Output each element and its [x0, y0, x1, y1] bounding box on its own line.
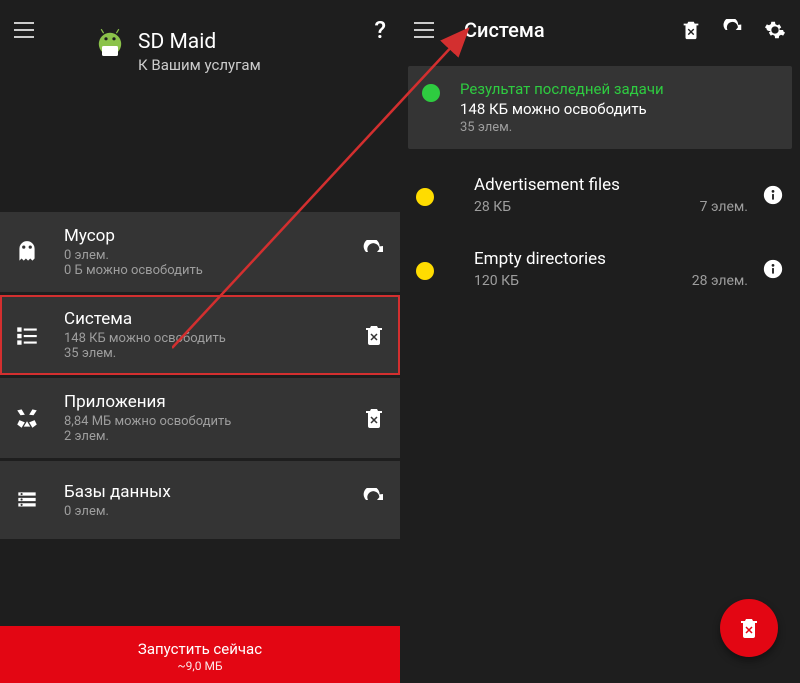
database-icon [14, 487, 40, 513]
item-title: Система [64, 309, 352, 329]
hamburger-icon[interactable] [14, 19, 36, 41]
list-icon [14, 322, 40, 348]
row-size: 28 КБ [474, 199, 511, 215]
item-sub2: 2 элем. [64, 429, 352, 444]
app-logo [90, 26, 130, 66]
row-size: 120 КБ [474, 273, 519, 289]
row-count: 28 элем. [692, 273, 748, 289]
item-sub2: 0 Б можно освободить [64, 263, 352, 278]
item-sub: 148 КБ можно освободить [64, 331, 352, 346]
info-icon[interactable] [762, 258, 784, 280]
result-row[interactable]: Empty directories 120 КБ 28 элем. [400, 233, 800, 305]
refresh-icon[interactable] [362, 240, 386, 264]
status-dot-green [422, 84, 440, 102]
row-count: 7 элем. [700, 199, 748, 215]
category-system[interactable]: Система 148 КБ можно освободить 35 элем. [0, 295, 400, 375]
status-dot-yellow [416, 188, 434, 206]
run-title: Запустить сейчас [0, 640, 400, 658]
result-row[interactable]: Advertisement files 28 КБ 7 элем. [400, 159, 800, 231]
help-icon[interactable]: ? [374, 16, 386, 44]
info-icon[interactable] [762, 184, 784, 206]
hamburger-icon[interactable] [414, 19, 436, 41]
item-sub: 0 элем. [64, 504, 352, 519]
item-title: Приложения [64, 392, 352, 412]
delete-icon[interactable] [362, 323, 386, 347]
row-title: Advertisement files [474, 175, 748, 195]
category-trash[interactable]: Мусор 0 элем. 0 Б можно освободить [0, 212, 400, 292]
delete-icon[interactable] [680, 19, 702, 41]
settings-icon[interactable] [764, 19, 786, 41]
row-title: Empty directories [474, 249, 748, 269]
item-title: Мусор [64, 226, 352, 246]
delete-icon [737, 616, 761, 640]
ghost-icon [14, 239, 40, 265]
item-title: Базы данных [64, 482, 352, 502]
summary-line: 148 КБ можно освободить [460, 100, 664, 118]
summary-card[interactable]: Результат последней задачи 148 КБ можно … [408, 66, 792, 149]
refresh-icon[interactable] [362, 488, 386, 512]
brand-block: SD Maid К Вашим услугам [0, 30, 400, 92]
status-dot-yellow [416, 262, 434, 280]
summary-title: Результат последней задачи [460, 80, 664, 98]
app-title: SD Maid [138, 30, 261, 54]
recycle-icon [14, 405, 40, 431]
item-sub: 0 элем. [64, 248, 352, 263]
category-apps[interactable]: Приложения 8,84 МБ можно освободить 2 эл… [0, 378, 400, 458]
refresh-icon[interactable] [722, 19, 744, 41]
app-subtitle: К Вашим услугам [138, 56, 261, 74]
category-db[interactable]: Базы данных 0 элем. [0, 461, 400, 539]
delete-icon[interactable] [362, 406, 386, 430]
run-sub: ~9,0 МБ [0, 659, 400, 673]
category-list: Мусор 0 элем. 0 Б можно освободить Систе… [0, 212, 400, 539]
fab-delete[interactable] [720, 599, 778, 657]
run-button[interactable]: Запустить сейчас ~9,0 МБ [0, 626, 400, 683]
summary-sub: 35 элем. [460, 120, 664, 135]
page-title: Система [464, 18, 545, 42]
item-sub: 8,84 МБ можно освободить [64, 414, 352, 429]
item-sub2: 35 элем. [64, 346, 352, 361]
